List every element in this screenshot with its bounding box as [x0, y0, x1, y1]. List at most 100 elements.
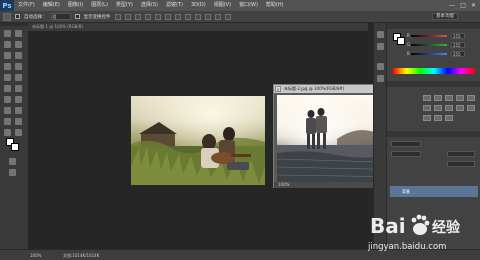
menu-file[interactable]: 文件(F) [14, 0, 39, 11]
blend-mode-select[interactable] [391, 151, 421, 157]
status-zoom[interactable]: 100% [30, 250, 41, 260]
channel-mixer-icon[interactable] [467, 105, 475, 111]
blur-tool-icon[interactable] [4, 96, 11, 103]
background-color-swatch[interactable] [11, 143, 19, 151]
distribute-left-icon[interactable] [204, 13, 211, 20]
color-panel-header[interactable] [387, 23, 480, 29]
align-bottom-icon[interactable] [134, 13, 141, 20]
menu-edit[interactable]: 编辑(E) [39, 0, 64, 11]
hue-adjust-icon[interactable] [423, 105, 431, 111]
align-hcenter-icon[interactable] [154, 13, 161, 20]
gradient-tool-icon[interactable] [15, 85, 22, 92]
zoom-tool-icon[interactable] [15, 129, 22, 136]
distribute-center-icon[interactable] [184, 13, 191, 20]
menu-type[interactable]: 类型(Y) [112, 0, 137, 11]
color-slider-g[interactable]: G 255 [407, 42, 467, 48]
clone-stamp-icon[interactable] [4, 74, 11, 81]
history-panel-icon[interactable] [377, 31, 384, 38]
auto-select-checkbox[interactable] [15, 14, 20, 19]
layers-panel-header[interactable] [387, 131, 480, 137]
eraser-tool-icon[interactable] [4, 85, 11, 92]
menu-window[interactable]: 窗口(W) [235, 0, 262, 11]
type-tool-icon[interactable] [15, 107, 22, 114]
photo-couple-guitar[interactable] [131, 96, 265, 185]
move-tool-icon[interactable] [4, 30, 11, 37]
status-doc-info[interactable]: 文档:1014K/1014K [63, 250, 99, 260]
curves-adjust-icon[interactable] [445, 95, 453, 101]
workspace-switcher[interactable]: 基本功能 [432, 13, 458, 20]
eyedropper-icon[interactable] [15, 52, 22, 59]
hand-tool-icon[interactable] [4, 129, 11, 136]
distribute-right-icon[interactable] [214, 13, 221, 20]
color-slider-g-label: G [407, 42, 411, 47]
dodge-tool-icon[interactable] [15, 96, 22, 103]
invert-adjust-icon[interactable] [423, 115, 431, 121]
history-brush-icon[interactable] [15, 74, 22, 81]
pen-tool-icon[interactable] [4, 107, 11, 114]
screen-mode-icon[interactable] [9, 169, 16, 176]
align-left-icon[interactable] [144, 13, 151, 20]
move-tool-icon[interactable] [3, 12, 11, 21]
lasso-tool-icon[interactable] [4, 41, 11, 48]
close-window-button[interactable]: ✕ [471, 2, 476, 9]
auto-align-icon[interactable] [224, 13, 231, 20]
brush-tool-icon[interactable] [15, 63, 22, 70]
color-slider-b-value[interactable]: 255 [451, 51, 465, 57]
levels-adjust-icon[interactable] [434, 95, 442, 101]
color-balance-icon[interactable] [434, 105, 442, 111]
distribute-top-icon[interactable] [174, 13, 181, 20]
brightness-adjust-icon[interactable] [423, 95, 431, 101]
layer-row-background[interactable]: 背景 [390, 186, 478, 197]
black-white-icon[interactable] [445, 105, 453, 111]
distribute-bottom-icon[interactable] [194, 13, 201, 20]
quick-mask-icon[interactable] [9, 158, 16, 165]
color-slider-g-value[interactable]: 255 [451, 42, 465, 48]
photo-filter-icon[interactable] [456, 105, 464, 111]
maximize-button[interactable]: □ [460, 2, 466, 9]
show-transform-label: 显示变换控件 [83, 14, 111, 20]
color-slider-r-value[interactable]: 255 [451, 33, 465, 39]
auto-select-label: 自动选择： [24, 14, 47, 20]
paragraph-panel-icon[interactable] [377, 75, 384, 82]
minimize-button[interactable]: — [449, 2, 455, 9]
color-slider-r-track[interactable] [411, 35, 447, 37]
posterize-adjust-icon[interactable] [434, 115, 442, 121]
marquee-tool-icon[interactable] [15, 30, 22, 37]
color-bg-swatch[interactable] [397, 37, 405, 45]
menu-help[interactable]: 帮助(H) [262, 0, 288, 11]
color-spectrum-bar[interactable] [393, 68, 475, 74]
menu-image[interactable]: 图像(I) [64, 0, 87, 11]
layer-kind-filter[interactable] [391, 141, 421, 147]
properties-panel-icon[interactable] [377, 43, 384, 50]
fill-field[interactable] [447, 161, 475, 167]
menu-view[interactable]: 视图(V) [210, 0, 235, 11]
align-right-icon[interactable] [164, 13, 171, 20]
floating-window-close-button[interactable]: × [275, 86, 281, 92]
document-tab[interactable]: 未标题-1 @ 100% (RGB/8) [28, 23, 368, 31]
magic-wand-icon[interactable] [15, 41, 22, 48]
path-select-icon[interactable] [4, 118, 11, 125]
tools-panel-grip[interactable] [0, 23, 28, 26]
exposure-adjust-icon[interactable] [456, 95, 464, 101]
shape-tool-icon[interactable] [15, 118, 22, 125]
vibrance-adjust-icon[interactable] [467, 95, 475, 101]
show-transform-checkbox[interactable] [74, 14, 80, 19]
menu-filter[interactable]: 滤镜(T) [162, 0, 187, 11]
color-slider-b-track[interactable] [411, 53, 447, 55]
adjustments-panel-header[interactable] [387, 81, 480, 87]
color-slider-b[interactable]: B 255 [407, 51, 467, 57]
character-panel-icon[interactable] [377, 63, 384, 70]
threshold-adjust-icon[interactable] [445, 115, 453, 121]
opacity-field[interactable] [447, 151, 475, 157]
menu-3d[interactable]: 3D(D) [187, 0, 210, 11]
photo-couple-guitar-image [131, 96, 265, 185]
align-top-icon[interactable] [114, 13, 121, 20]
menu-layer[interactable]: 图层(L) [87, 0, 112, 11]
crop-tool-icon[interactable] [4, 52, 11, 59]
healing-brush-icon[interactable] [4, 63, 11, 70]
align-vcenter-icon[interactable] [124, 13, 131, 20]
color-slider-r[interactable]: R 255 [407, 33, 467, 39]
menu-select[interactable]: 选择(S) [137, 0, 162, 11]
color-slider-g-track[interactable] [411, 44, 447, 46]
auto-select-dropdown[interactable]: 组 [50, 13, 71, 20]
